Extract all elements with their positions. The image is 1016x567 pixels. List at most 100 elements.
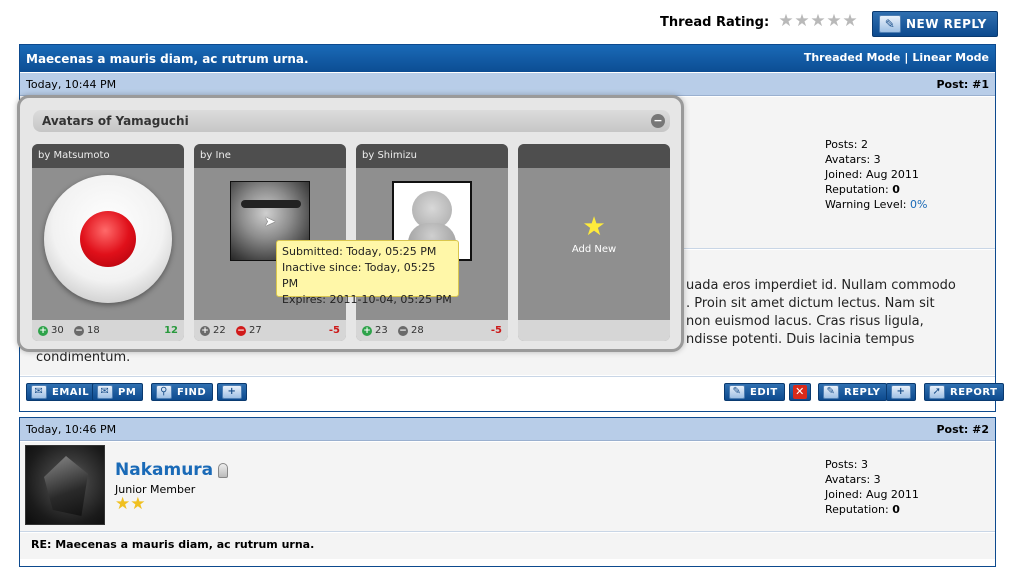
rating-star-icon[interactable]: ★ bbox=[778, 13, 794, 30]
rating-star-icon[interactable]: ★ bbox=[842, 13, 858, 30]
reply-icon: ✎ bbox=[823, 385, 839, 399]
upvote-button[interactable]: +30 bbox=[38, 325, 64, 336]
upvote-count: 22 bbox=[213, 325, 226, 336]
reply-button[interactable]: ✎ REPLY bbox=[818, 383, 888, 401]
avatar-card-author: by Ine bbox=[194, 144, 346, 168]
find-button[interactable]: ⚲ FIND bbox=[151, 383, 214, 401]
post-2-posts-count: Posts: 3 bbox=[825, 458, 868, 471]
post-2-username-row: Nakamura bbox=[115, 460, 229, 480]
find-label: FIND bbox=[177, 386, 207, 398]
multi-quote-icon: + bbox=[891, 385, 911, 399]
rating-star-icon[interactable]: ★ bbox=[794, 13, 810, 30]
warning-label: Warning Level: bbox=[825, 198, 907, 211]
avatar-score: 12 bbox=[164, 325, 178, 336]
upvote-count: 30 bbox=[51, 325, 64, 336]
post-1-text-line: ndisse potenti. Duis lacinia tempus bbox=[686, 332, 915, 347]
post-1-text: uada eros imperdiet id. Nullam commodo .… bbox=[686, 277, 991, 349]
post-2-date: Today, 10:46 PM bbox=[26, 423, 117, 436]
email-button[interactable]: ✉ EMAIL bbox=[26, 383, 97, 401]
post-2-user-stats: Posts: 3 Avatars: 3 Joined: Aug 2011 Rep… bbox=[825, 457, 919, 517]
avatar-card-author: by Shimizu bbox=[356, 144, 508, 168]
post-1-text-line: uada eros imperdiet id. Nullam commodo bbox=[686, 278, 956, 293]
edit-button[interactable]: ✎ EDIT bbox=[724, 383, 785, 401]
edit-icon: ✎ bbox=[729, 385, 745, 399]
new-reply-button[interactable]: ✎ NEW REPLY bbox=[872, 11, 998, 37]
mode-separator: | bbox=[904, 51, 909, 64]
offline-status-icon bbox=[218, 462, 229, 478]
add-new-label: Add New bbox=[571, 244, 617, 255]
post-1-warning-level: Warning Level: 0% bbox=[825, 197, 927, 212]
pm-label: PM bbox=[118, 386, 137, 398]
upvote-button[interactable]: +22 bbox=[200, 325, 226, 336]
post-1-header: Today, 10:44 PM Post: #1 bbox=[20, 73, 995, 96]
report-button[interactable]: ➚ REPORT bbox=[924, 383, 1005, 401]
email-icon: ✉ bbox=[31, 385, 47, 399]
thread-header: Maecenas a mauris diam, ac rutrum urna. … bbox=[20, 45, 995, 72]
downvote-count: 27 bbox=[249, 325, 262, 336]
plus-icon: + bbox=[362, 325, 372, 336]
avatar-score: -5 bbox=[328, 325, 340, 336]
add-buddy-icon: + bbox=[222, 385, 242, 399]
reply-label: REPLY bbox=[844, 386, 881, 398]
post-2-reputation: Reputation: 0 bbox=[825, 502, 919, 517]
add-new-card-header bbox=[518, 144, 670, 168]
avatar-score: -5 bbox=[490, 325, 502, 336]
rating-star-icon[interactable]: ★ bbox=[826, 13, 842, 30]
downvote-button[interactable]: −27 bbox=[236, 325, 262, 336]
downvote-button[interactable]: −18 bbox=[74, 325, 100, 336]
photo-eyes bbox=[241, 200, 301, 208]
report-label: REPORT bbox=[950, 386, 998, 398]
thread-title: Maecenas a mauris diam, ac rutrum urna. bbox=[26, 52, 309, 66]
post-1-avatars-count: Avatars: 3 bbox=[825, 153, 881, 166]
reputation-label: Reputation: bbox=[825, 183, 889, 196]
avatars-popup-title: Avatars of Yamaguchi bbox=[42, 114, 189, 128]
thread-rating-stars[interactable]: ★ ★ ★ ★ ★ bbox=[778, 13, 858, 30]
view-modes: Threaded Mode | Linear Mode bbox=[804, 51, 989, 64]
quick-quote-button[interactable]: + bbox=[886, 383, 916, 401]
post-1-number[interactable]: Post: #1 bbox=[936, 78, 989, 91]
post-2-number[interactable]: Post: #2 bbox=[936, 423, 989, 436]
avatar-card[interactable]: by Matsumoto +30 −18 12 bbox=[32, 144, 184, 341]
new-reply-label: NEW REPLY bbox=[906, 17, 987, 31]
pm-button[interactable]: ✉ PM bbox=[92, 383, 144, 401]
add-buddy-button[interactable]: + bbox=[217, 383, 247, 401]
post-2-subject: RE: Maecenas a mauris diam, ac rutrum ur… bbox=[31, 538, 315, 551]
new-reply-icon: ✎ bbox=[879, 15, 901, 33]
downvote-count: 18 bbox=[87, 325, 100, 336]
upvote-button[interactable]: +23 bbox=[362, 325, 388, 336]
downvote-button[interactable]: −28 bbox=[398, 325, 424, 336]
post-2-header: Today, 10:46 PM Post: #2 bbox=[20, 418, 995, 441]
rank-star-icon: ★ bbox=[130, 494, 146, 514]
minus-icon: − bbox=[74, 325, 84, 336]
thread-rating-label: Thread Rating: bbox=[660, 15, 770, 30]
magnifier-icon: ⚲ bbox=[156, 385, 172, 399]
reputation-label: Reputation: bbox=[825, 503, 889, 516]
reputation-value[interactable]: 0 bbox=[892, 183, 900, 196]
pm-icon: ✉ bbox=[97, 385, 113, 399]
rank-star-icon: ★ bbox=[115, 494, 131, 514]
post-2-avatar[interactable] bbox=[25, 445, 105, 525]
tooltip-inactive: Inactive since: Today, 05:25 PM bbox=[282, 261, 436, 290]
warning-value[interactable]: 0% bbox=[910, 198, 927, 211]
post-1-joined: Joined: Aug 2011 bbox=[825, 168, 919, 181]
rating-star-icon[interactable]: ★ bbox=[810, 13, 826, 30]
japan-flag-avatar bbox=[44, 175, 172, 303]
post-1-text-line: non euismod lacus. Cras risus ligula, bbox=[686, 314, 924, 329]
collapse-icon[interactable]: − bbox=[651, 114, 665, 128]
threaded-mode-link[interactable]: Threaded Mode bbox=[804, 51, 901, 64]
add-new-card-footer bbox=[518, 320, 670, 341]
avatar-card-votes: +23 −28 -5 bbox=[356, 320, 508, 341]
tooltip-submitted: Submitted: Today, 05:25 PM bbox=[282, 245, 437, 258]
post-2-username[interactable]: Nakamura bbox=[115, 460, 213, 480]
reputation-value[interactable]: 0 bbox=[892, 503, 900, 516]
downvote-count: 28 bbox=[411, 325, 424, 336]
avatar-card-author: by Matsumoto bbox=[32, 144, 184, 168]
minus-icon: − bbox=[236, 325, 246, 336]
add-new-avatar-card[interactable]: ★ Add New bbox=[518, 144, 670, 341]
delete-button[interactable]: ✕ bbox=[789, 383, 811, 401]
avatars-popup: Avatars of Yamaguchi − by Matsumoto +30 … bbox=[17, 95, 684, 352]
linear-mode-link[interactable]: Linear Mode bbox=[912, 51, 989, 64]
dragon-image bbox=[44, 456, 88, 516]
post-2-avatars-count: Avatars: 3 bbox=[825, 473, 881, 486]
email-label: EMAIL bbox=[52, 386, 90, 398]
